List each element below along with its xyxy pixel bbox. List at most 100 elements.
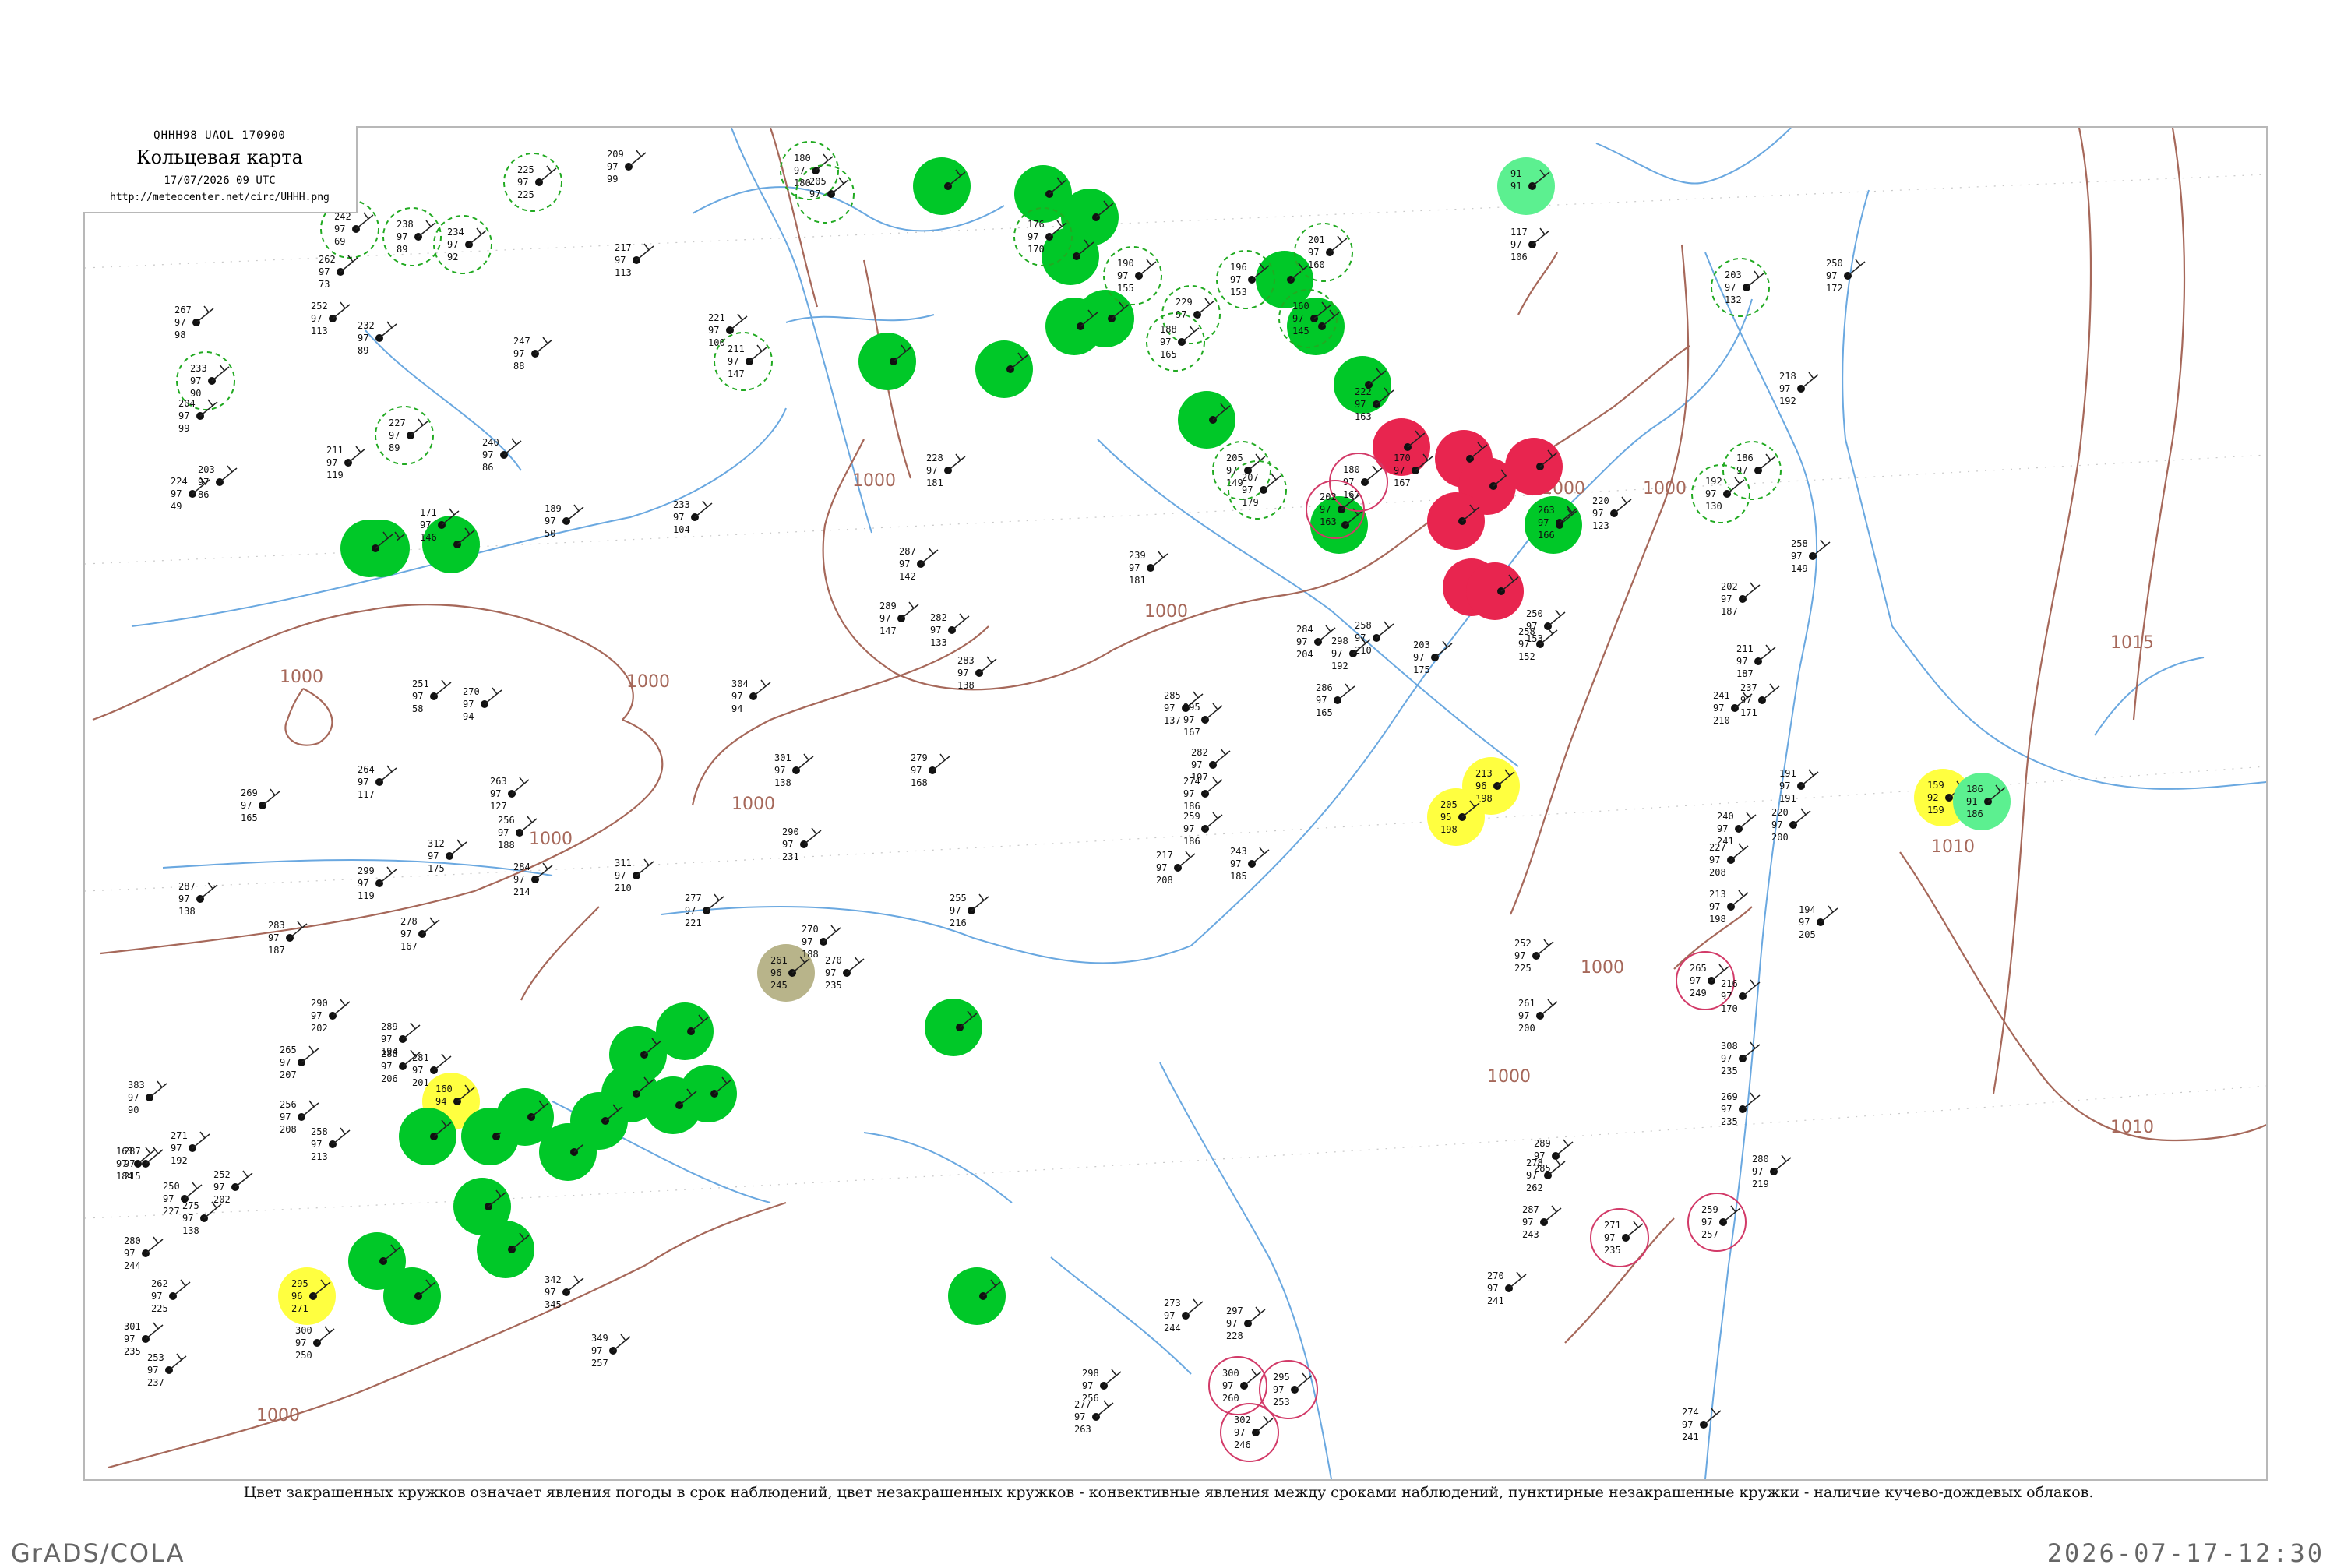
station-rain[interactable] [399,1108,456,1165]
station-plot[interactable]: 220 97123 [1592,495,1632,531]
station-plot[interactable]: 29597 167 [1183,702,1223,738]
station-rain[interactable] [1178,391,1235,449]
station-cb-dashed[interactable]: 20797 179 [1228,460,1287,520]
station-rain[interactable] [644,1076,702,1134]
station-rain[interactable] [383,1267,441,1325]
station-plot[interactable]: 287 97243 [1522,1204,1562,1240]
station-plot[interactable]: 271 97192 [171,1130,210,1166]
station-convective-ring[interactable]: 18097167 [1329,453,1388,512]
station-plot[interactable]: 279 97168 [911,752,950,788]
station-plot[interactable]: 27097 235 [825,955,865,991]
station-plot[interactable]: 30897 235 [1721,1041,1761,1076]
station-plot[interactable]: 289 97147 [879,601,919,636]
station-rain[interactable] [858,333,916,390]
station-plot[interactable]: 26397 127 [490,776,530,812]
station-plot[interactable]: 275 97138 [182,1200,222,1236]
station-plot[interactable]: 22797 208 [1709,842,1749,878]
station-plot[interactable]: 26297 73 [319,254,358,290]
station-convective-ring[interactable]: 27197 235 [1590,1208,1649,1267]
station-rain[interactable] [925,999,982,1056]
station-plot[interactable]: 28497 204 [1296,624,1336,660]
station-plot[interactable]: 258 97149 [1791,538,1831,574]
map-frame[interactable]: 1000 1000 1000 1000 1000 1000 1000 1000 1000 1000… [83,126,2268,1481]
station-plot[interactable]: 25097 172 [1826,258,1866,294]
station-thunderstorm[interactable] [1427,492,1485,550]
station-rain[interactable] [477,1221,534,1278]
station-plot[interactable]: 25897 210 [1355,620,1394,656]
station-rain[interactable] [340,520,398,577]
station-plot[interactable]: 25897152 [1518,626,1558,662]
station-cb-dashed[interactable]: 227 9789 [375,406,434,465]
station-plot[interactable]: 217 97113 [615,242,654,278]
station-rain[interactable] [948,1267,1006,1325]
station-plot[interactable]: 194 97205 [1799,904,1838,940]
station-plot[interactable]: 31197 210 [615,858,654,893]
station-plot[interactable]: 264 97117 [358,764,397,800]
station-drizzle[interactable]: 18691186 [1953,773,2011,830]
station-plot[interactable]: 27497 241 [1682,1407,1722,1443]
station-plot[interactable]: 25297 113 [311,301,351,337]
station-rain[interactable] [975,340,1033,398]
station-plot[interactable]: 304 9794 [731,678,771,714]
station-cb-dashed[interactable]: 188 97 165 [1146,312,1205,372]
station-plot[interactable]: 24397 185 [1230,846,1270,882]
station-plot[interactable]: 203 9786 [198,464,238,500]
station-plot[interactable]: 237 97171 [1740,682,1780,718]
station-plot[interactable]: 216 97170 [1721,978,1761,1014]
station-plot[interactable]: 286 97165 [1316,682,1355,718]
station-plot[interactable]: 283 97 138 [957,655,997,691]
station-plot[interactable]: 270 9794 [463,686,502,722]
station-plot[interactable]: 25597 216 [950,893,989,928]
station-plot[interactable]: 20497 99 [178,398,218,434]
station-plots[interactable]: 9191213961982059519815992159186911862619… [116,141,2011,1462]
station-cb-dashed[interactable]: 22597225 [503,153,562,212]
station-plot[interactable]: 203 97175 [1413,640,1453,675]
station-plot[interactable]: 252 97202 [213,1169,253,1205]
station-plot[interactable]: 11797 106 [1510,227,1550,263]
station-cb-dashed[interactable]: 19297130 [1691,464,1750,523]
station-cb-dashed[interactable]: 23897 89 [382,207,442,266]
synoptic-map[interactable]: 1000 1000 1000 1000 1000 1000 1000 1000 1000 1000… [85,128,2266,1479]
station-plot[interactable]: 28997285 [1534,1138,1574,1174]
station-plot[interactable]: 265 97207 [280,1045,319,1080]
station-plot[interactable]: 189 9750 [545,503,584,539]
source-url[interactable]: http://meteocenter.net/circ/UHHH.png [83,192,356,203]
station-plot[interactable]: 250 97153 [1526,608,1566,644]
station-plot[interactable]: 301 97138 [774,752,814,788]
station-plot[interactable]: 21897 192 [1779,371,1819,407]
station-plot[interactable]: 20997 99 [607,149,647,185]
station-plot[interactable]: 28397 187 [268,920,308,956]
station-plot[interactable]: 297 97228 [1226,1305,1266,1341]
station-plot[interactable]: 25997 186 [1183,811,1223,847]
station-plot[interactable]: 30097 250 [295,1325,335,1361]
station-convective-ring[interactable]: 259 97257 [1687,1193,1747,1252]
station-plot[interactable]: 299 97119 [358,865,397,901]
station-plot[interactable]: 28097 219 [1752,1154,1792,1189]
station-rain[interactable] [1045,298,1103,355]
station-plot[interactable]: 23997 181 [1129,550,1168,586]
station-plot[interactable]: 253 97237 [147,1352,187,1388]
station-drizzle[interactable]: 9191 [1497,157,1555,215]
station-plot[interactable]: 25297 225 [1514,938,1554,974]
station-rain[interactable] [570,1092,628,1150]
station-plot[interactable]: 232 9789 [358,320,397,356]
station-thunderstorm[interactable] [1505,438,1563,495]
station-plot[interactable]: 22097 200 [1771,807,1811,843]
station-plot[interactable]: 27897 167 [400,916,440,952]
station-plot[interactable]: 267 9798 [174,305,214,340]
station-plot[interactable]: 24797 88 [513,336,553,372]
station-plot[interactable]: 19197191 [1779,768,1819,804]
station-fog_haze[interactable]: 205 95198 [1427,788,1485,846]
station-plot[interactable]: 28797 138 [178,881,218,917]
station-cb-dashed[interactable]: 23497 92 [433,215,492,274]
station-plot[interactable]: 28797 142 [899,546,939,582]
station-plot[interactable]: 233 97104 [673,499,713,535]
station-plot[interactable]: 202 97 187 [1721,581,1761,617]
station-plot[interactable]: 312 97175 [428,838,467,874]
station-plot[interactable]: 282 97133 [930,612,970,648]
station-fog_haze[interactable]: 295 96271 [278,1267,336,1325]
station-plot[interactable]: 228 97181 [926,453,966,488]
station-rain[interactable] [913,157,971,215]
station-plot[interactable]: 24097 86 [482,437,522,473]
station-plot[interactable]: 25097 227 [163,1181,203,1217]
